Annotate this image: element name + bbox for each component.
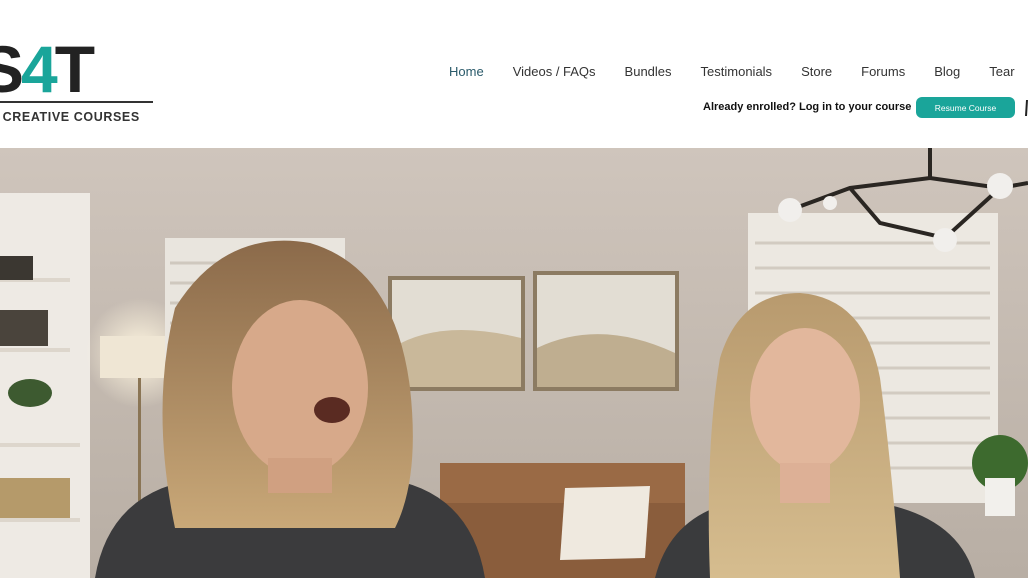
nav-item-tear[interactable]: Tear: [989, 64, 1014, 79]
hero-video[interactable]: [0, 148, 1028, 578]
logo-letter: S: [0, 32, 24, 106]
logo-mark: S4T: [0, 36, 95, 102]
cart-icon[interactable]: [1023, 98, 1028, 118]
nav-item-store[interactable]: Store: [801, 64, 832, 79]
site-logo[interactable]: S4T ER CREATIVE COURSES: [0, 36, 155, 128]
enrolled-prompt[interactable]: Already enrolled? Log in to your course: [703, 101, 911, 113]
nav-item-forums[interactable]: Forums: [861, 64, 905, 79]
logo-divider: [0, 101, 153, 103]
nav-item-testimonials[interactable]: Testimonials: [701, 64, 773, 79]
nav-item-home[interactable]: Home: [449, 64, 484, 79]
nav-item-videos-faqs[interactable]: Videos / FAQs: [513, 64, 596, 79]
nav-item-blog[interactable]: Blog: [934, 64, 960, 79]
logo-accent-letter: 4: [21, 32, 58, 106]
logo-letter-end: T: [54, 32, 95, 106]
nav-item-bundles[interactable]: Bundles: [625, 64, 672, 79]
logo-subtitle: ER CREATIVE COURSES: [0, 110, 140, 124]
main-nav: Home Videos / FAQs Bundles Testimonials …: [449, 64, 1028, 79]
resume-course-button[interactable]: Resume Course: [916, 97, 1015, 118]
site-header: S4T ER CREATIVE COURSES Home Videos / FA…: [0, 0, 1028, 148]
video-frame-icon: [0, 148, 1028, 578]
